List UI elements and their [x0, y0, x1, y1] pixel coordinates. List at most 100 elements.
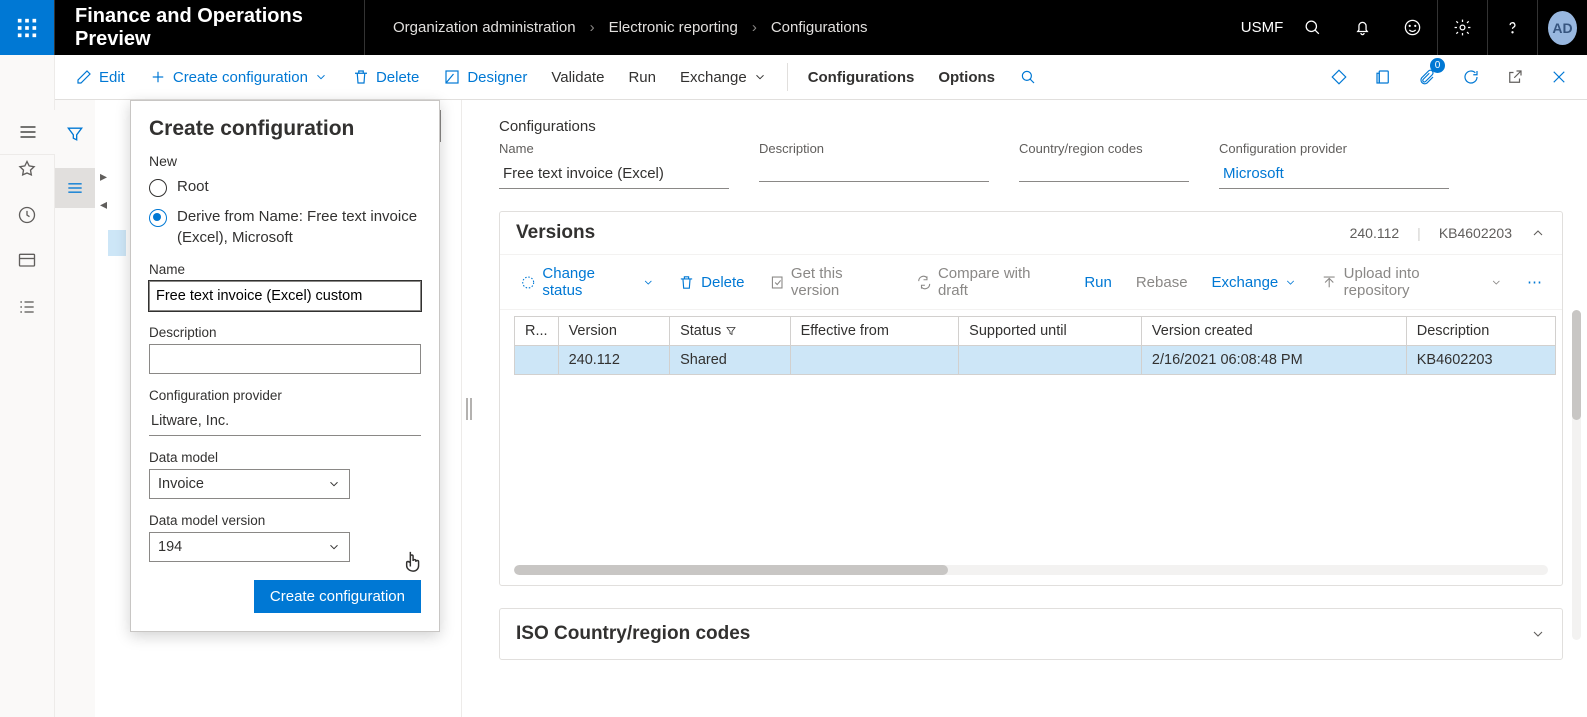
col-supported[interactable]: Supported until	[959, 317, 1142, 346]
panel-title: Create configuration	[149, 117, 421, 141]
bc-org-admin[interactable]: Organization administration	[393, 19, 576, 36]
col-effective[interactable]: Effective from	[790, 317, 959, 346]
chevron-down-icon	[327, 540, 341, 554]
chevron-down-icon	[753, 70, 767, 84]
radio-root-row[interactable]: Root	[149, 177, 421, 197]
provider-label: Configuration provider	[149, 388, 421, 403]
data-model-select[interactable]: Invoice	[149, 469, 350, 499]
detail-description-label: Description	[759, 141, 989, 156]
detail-description-value[interactable]	[759, 160, 989, 182]
tree-caret-icon[interactable]: ▸	[100, 168, 107, 185]
tree-column: ▸ ◂	[95, 100, 121, 717]
diamond-button[interactable]	[1321, 59, 1357, 95]
detail-provider-label: Configuration provider	[1219, 141, 1449, 156]
radio-root[interactable]	[149, 179, 167, 197]
attach-badge: 0	[1430, 58, 1445, 73]
delete-label: Delete	[376, 69, 419, 86]
avatar: AD	[1548, 11, 1577, 45]
description-label: Description	[149, 325, 421, 340]
nav-modules[interactable]	[0, 284, 55, 330]
create-configuration-submit[interactable]: Create configuration	[254, 580, 421, 613]
col-status[interactable]: Status	[670, 317, 790, 346]
nav-toggle[interactable]	[0, 110, 55, 155]
radio-derive-label: Derive from Name: Free text invoice (Exc…	[177, 207, 421, 248]
detail-pane: Configurations Name Free text invoice (E…	[475, 100, 1587, 717]
help-button[interactable]	[1487, 0, 1537, 55]
versions-summary-version: 240.112	[1350, 225, 1400, 241]
version-delete-button[interactable]: Delete	[668, 270, 754, 295]
description-input[interactable]	[149, 344, 421, 374]
versions-card: Versions 240.112 | KB4602203 Change stat…	[499, 211, 1563, 586]
chevron-right-icon: ›	[590, 19, 595, 36]
filter-icon	[725, 325, 737, 337]
version-exchange-button[interactable]: Exchange	[1202, 270, 1308, 295]
get-this-version-button[interactable]: Get this version	[759, 261, 902, 303]
page-search-button[interactable]	[1009, 55, 1047, 99]
bc-electronic-reporting[interactable]: Electronic reporting	[609, 19, 738, 36]
breadcrumb: Organization administration › Electronic…	[365, 19, 1237, 36]
radio-derive-row[interactable]: Derive from Name: Free text invoice (Exc…	[149, 207, 421, 248]
chevron-up-icon[interactable]	[1530, 225, 1546, 241]
run-button[interactable]: Run	[618, 55, 666, 99]
company-picker[interactable]: USMF	[1237, 0, 1287, 55]
clipboard-button[interactable]	[1365, 59, 1401, 95]
search-button[interactable]	[1287, 0, 1337, 55]
options-tab[interactable]: Options	[928, 55, 1005, 99]
bc-configurations[interactable]: Configurations	[771, 19, 868, 36]
versions-grid: R... Version Status Effective from Suppo…	[514, 316, 1556, 555]
col-r[interactable]: R...	[515, 317, 559, 346]
designer-button[interactable]: Designer	[433, 55, 537, 99]
iso-card[interactable]: ISO Country/region codes	[499, 608, 1563, 660]
nav-workspaces[interactable]	[0, 238, 55, 284]
detail-provider-value[interactable]: Microsoft	[1219, 160, 1449, 189]
name-input[interactable]	[149, 281, 421, 311]
rebase-button[interactable]: Rebase	[1126, 270, 1198, 295]
change-status-button[interactable]: Change status	[510, 261, 664, 303]
settings-button[interactable]	[1437, 0, 1487, 55]
create-configuration-button[interactable]: Create configuration	[139, 55, 338, 99]
popout-button[interactable]	[1497, 59, 1533, 95]
col-version[interactable]: Version	[558, 317, 670, 346]
configurations-tab[interactable]: Configurations	[798, 55, 925, 99]
exchange-button[interactable]: Exchange	[670, 55, 777, 99]
waffle-menu[interactable]	[0, 0, 55, 55]
radio-derive[interactable]	[149, 209, 167, 227]
compare-with-draft-button[interactable]: Compare with draft	[906, 261, 1071, 303]
detail-country-label: Country/region codes	[1019, 141, 1189, 156]
data-model-label: Data model	[149, 450, 421, 465]
notifications-button[interactable]	[1337, 0, 1387, 55]
iso-title: ISO Country/region codes	[516, 623, 750, 645]
name-label: Name	[149, 262, 421, 277]
vertical-scrollbar[interactable]	[1572, 310, 1581, 640]
upload-repo-button[interactable]: Upload into repository	[1311, 261, 1513, 303]
user-menu[interactable]: AD	[1537, 0, 1587, 55]
chevron-down-icon	[327, 477, 341, 491]
edit-button[interactable]: Edit	[65, 55, 135, 99]
version-run-button[interactable]: Run	[1074, 270, 1122, 295]
detail-name-value[interactable]: Free text invoice (Excel)	[499, 160, 729, 189]
filter-list-button[interactable]	[55, 168, 95, 208]
data-model-version-select[interactable]: 194	[149, 532, 350, 562]
col-description[interactable]: Description	[1406, 317, 1555, 346]
validate-button[interactable]: Validate	[541, 55, 614, 99]
filter-funnel-button[interactable]	[55, 114, 95, 154]
radio-root-label: Root	[177, 177, 209, 197]
filter-strip	[55, 100, 95, 717]
provider-value: Litware, Inc.	[149, 407, 421, 436]
attach-button[interactable]: 0	[1409, 59, 1445, 95]
chevron-down-icon	[314, 70, 328, 84]
more-button[interactable]: ⋯	[1517, 269, 1552, 295]
splitter-handle[interactable]	[461, 100, 475, 717]
delete-button[interactable]: Delete	[342, 55, 429, 99]
table-row[interactable]: 240.112 Shared 2/16/2021 06:08:48 PM KB4…	[515, 346, 1556, 375]
col-created[interactable]: Version created	[1141, 317, 1406, 346]
detail-country-value[interactable]	[1019, 160, 1189, 182]
refresh-button[interactable]	[1453, 59, 1489, 95]
close-button[interactable]	[1541, 59, 1577, 95]
nav-recent[interactable]	[0, 192, 55, 238]
tree-caret-icon[interactable]: ◂	[100, 196, 107, 213]
app-title: Finance and Operations Preview	[55, 0, 365, 55]
feedback-button[interactable]	[1387, 0, 1437, 55]
cursor-icon	[403, 548, 425, 580]
horizontal-scrollbar[interactable]	[514, 565, 1548, 575]
